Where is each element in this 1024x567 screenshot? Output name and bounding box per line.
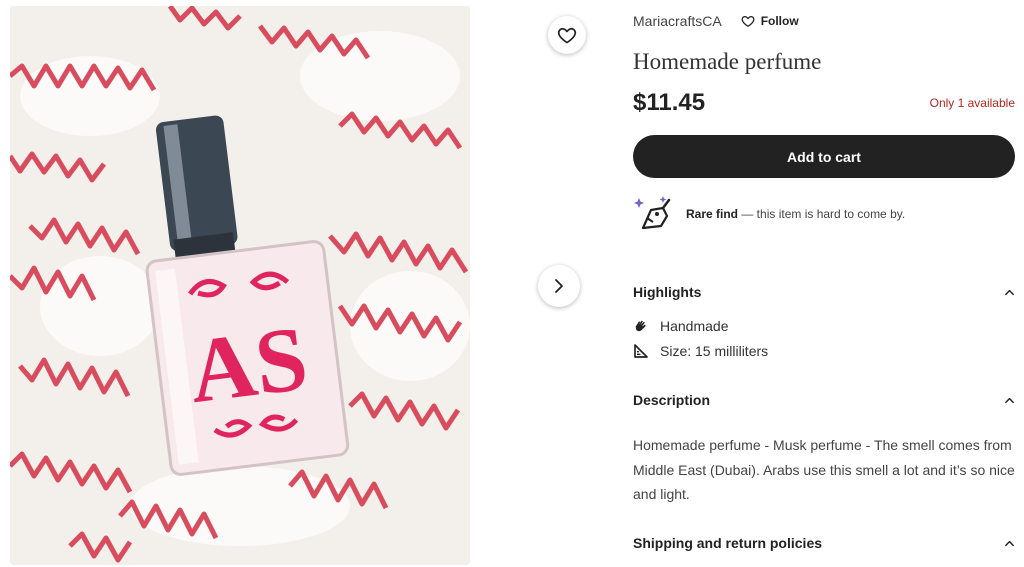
rare-find-desc: — this item is hard to come by. <box>738 207 906 221</box>
follow-label: Follow <box>760 14 799 28</box>
hand-icon <box>633 318 649 334</box>
rare-find-text: Rare find — this item is hard to come by… <box>686 207 905 221</box>
ruler-icon <box>633 343 649 359</box>
photo-monogram: AS <box>184 307 313 423</box>
highlights-heading: Highlights <box>633 284 702 300</box>
follow-button[interactable]: Follow <box>741 14 799 28</box>
description-header[interactable]: Description <box>633 392 1015 408</box>
shop-name-link[interactable]: MariacraftsCA <box>633 13 722 29</box>
shipping-heading: Shipping and return policies <box>633 535 823 551</box>
rare-find-icon <box>634 196 671 230</box>
product-price: $11.45 <box>633 89 706 116</box>
next-image-button[interactable] <box>538 265 580 307</box>
highlight-label: Handmade <box>660 318 729 334</box>
product-title: Homemade perfume <box>633 49 822 74</box>
availability-notice: Only 1 available <box>929 96 1015 110</box>
highlight-handmade: Handmade <box>633 318 729 334</box>
rare-find-badge: Rare find — this item is hard to come by… <box>633 194 905 234</box>
chevron-right-icon <box>555 279 563 293</box>
highlight-label: Size: 15 milliliters <box>660 343 769 359</box>
description-text: Homemade perfume - Musk perfume - The sm… <box>633 437 1015 502</box>
add-to-cart-button[interactable]: Add to cart <box>633 135 1015 178</box>
highlight-size: Size: 15 milliliters <box>633 343 768 359</box>
heart-icon <box>741 15 755 27</box>
highlights-header[interactable]: Highlights <box>633 284 1015 300</box>
rare-find-title: Rare find <box>686 207 739 221</box>
favorite-button[interactable] <box>548 16 586 54</box>
shop-row: MariacraftsCA Follow <box>633 12 799 30</box>
chevron-up-icon <box>1003 394 1015 406</box>
chevron-up-icon <box>1003 286 1015 298</box>
product-photo[interactable]: AS <box>10 6 470 565</box>
description-heading: Description <box>633 392 711 408</box>
chevron-up-icon <box>1003 537 1015 549</box>
shipping-header[interactable]: Shipping and return policies <box>633 535 1015 551</box>
heart-icon <box>557 27 577 44</box>
